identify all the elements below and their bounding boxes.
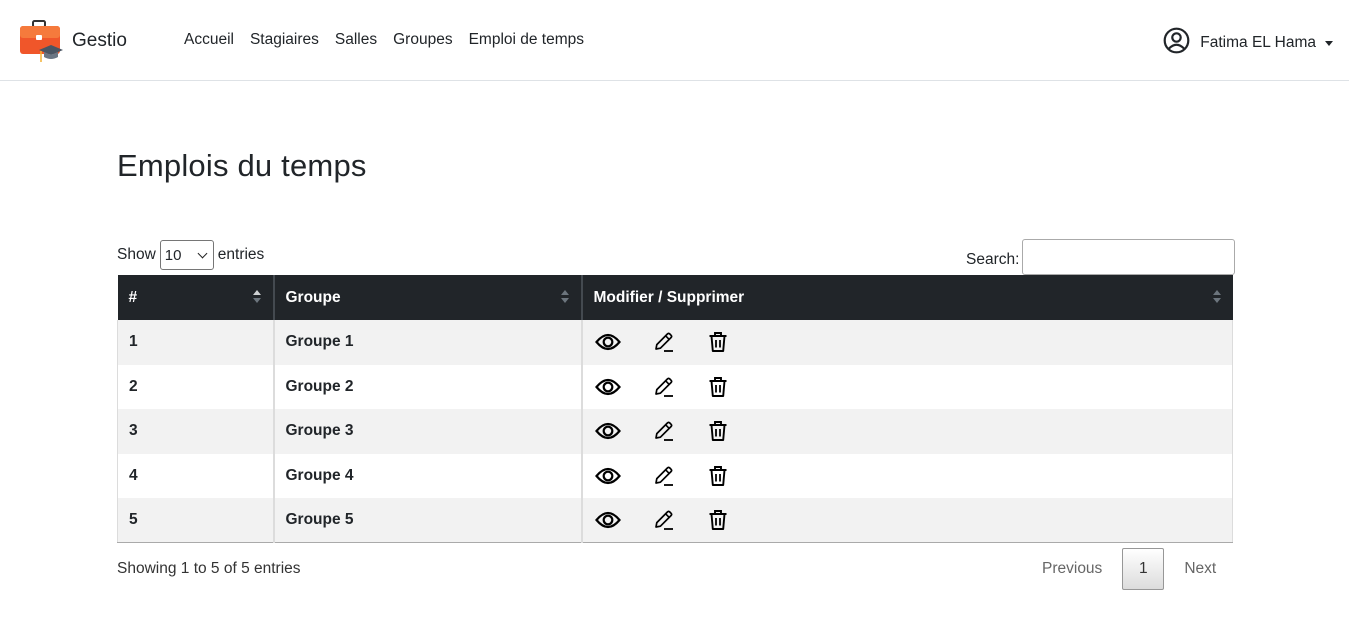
cell-actions xyxy=(581,453,1233,499)
cell-groupe: Groupe 2 xyxy=(273,364,583,410)
cell-number: 1 xyxy=(117,320,275,365)
table-row: 1 Groupe 1 xyxy=(117,320,1233,365)
row-actions xyxy=(594,417,1222,445)
table-row: 2 Groupe 2 xyxy=(117,364,1233,410)
nav-link-groupes[interactable]: Groupes xyxy=(393,31,452,49)
eye-icon[interactable] xyxy=(594,373,622,401)
eye-icon[interactable] xyxy=(594,328,622,356)
trash-icon[interactable] xyxy=(704,328,732,356)
cell-groupe: Groupe 5 xyxy=(273,498,583,544)
nav-link-emploi-de-temps[interactable]: Emploi de temps xyxy=(469,31,584,49)
search-label: Search: xyxy=(966,251,1020,268)
show-label: Show xyxy=(117,246,156,263)
cell-number: 3 xyxy=(117,409,275,454)
pagination-page-current[interactable]: 1 xyxy=(1122,548,1165,590)
brand-link[interactable]: Gestio xyxy=(19,20,127,64)
entries-length-select[interactable]: 10 xyxy=(159,240,214,270)
row-actions xyxy=(594,506,1222,534)
search-control: Search: xyxy=(966,239,1236,275)
cell-number: 2 xyxy=(117,364,275,410)
cell-actions xyxy=(581,364,1233,410)
eye-icon[interactable] xyxy=(594,417,622,445)
column-header-actions[interactable]: Modifier / Supprimer xyxy=(581,275,1233,320)
nav-link-accueil[interactable]: Accueil xyxy=(184,31,234,49)
table-header-row: # Groupe Modifier / Supprimer xyxy=(117,275,1233,320)
pagination: Previous 1 Next xyxy=(1030,548,1228,590)
eye-icon[interactable] xyxy=(594,506,622,534)
entries-length-value: 10 xyxy=(164,246,182,264)
table-info: Showing 1 to 5 of 5 entries xyxy=(117,560,301,577)
pagination-next[interactable]: Next xyxy=(1172,560,1228,578)
chevron-down-icon xyxy=(197,248,208,258)
cell-number: 4 xyxy=(117,453,275,499)
column-header-groupe[interactable]: Groupe xyxy=(273,275,583,320)
column-header-actions-label: Modifier / Supprimer xyxy=(593,288,745,306)
sort-icon xyxy=(252,290,261,306)
cell-actions xyxy=(581,498,1233,544)
sort-icon xyxy=(560,290,569,306)
table-row: 3 Groupe 3 xyxy=(117,409,1233,454)
user-menu-toggle[interactable]: Fatima EL Hama xyxy=(1163,27,1333,59)
schedules-table: # Groupe Modifier / Supprimer 1 Groupe 1 xyxy=(117,275,1233,544)
trash-icon[interactable] xyxy=(704,506,732,534)
caret-down-icon xyxy=(1325,41,1333,46)
pencil-icon[interactable] xyxy=(650,506,678,534)
cell-groupe: Groupe 4 xyxy=(273,453,583,499)
nav-links: Accueil Stagiaires Salles Groupes Emploi… xyxy=(184,31,584,49)
sort-icon xyxy=(1212,290,1221,306)
cell-groupe: Groupe 1 xyxy=(273,320,583,365)
trash-icon[interactable] xyxy=(704,417,732,445)
trash-icon[interactable] xyxy=(704,373,732,401)
nav-link-stagiaires[interactable]: Stagiaires xyxy=(250,31,319,49)
user-circle-icon xyxy=(1163,27,1190,59)
entries-length-control: Show 10 entries xyxy=(117,240,264,270)
table-row: 4 Groupe 4 xyxy=(117,453,1233,499)
pencil-icon[interactable] xyxy=(650,373,678,401)
row-actions xyxy=(594,462,1222,490)
column-header-number[interactable]: # xyxy=(117,275,275,320)
cell-actions xyxy=(581,409,1233,454)
row-actions xyxy=(594,328,1222,356)
entries-label: entries xyxy=(217,246,265,263)
page-title: Emplois du temps xyxy=(117,148,367,183)
pencil-icon[interactable] xyxy=(650,328,678,356)
pencil-icon[interactable] xyxy=(650,417,678,445)
cell-groupe: Groupe 3 xyxy=(273,409,583,454)
cell-actions xyxy=(581,320,1233,365)
search-input[interactable] xyxy=(1022,239,1236,275)
cell-number: 5 xyxy=(117,498,275,544)
navbar: Gestio Accueil Stagiaires Salles Groupes… xyxy=(0,0,1349,81)
row-actions xyxy=(594,373,1222,401)
pagination-previous[interactable]: Previous xyxy=(1030,560,1114,578)
pencil-icon[interactable] xyxy=(650,462,678,490)
user-name: Fatima EL Hama xyxy=(1200,34,1316,51)
trash-icon[interactable] xyxy=(704,462,732,490)
column-header-number-label: # xyxy=(128,288,138,306)
table-row: 5 Groupe 5 xyxy=(117,498,1233,544)
nav-link-salles[interactable]: Salles xyxy=(335,31,377,49)
briefcase-graduation-icon xyxy=(19,20,63,64)
column-header-groupe-label: Groupe xyxy=(285,288,341,306)
eye-icon[interactable] xyxy=(594,462,622,490)
table-body: 1 Groupe 1 2 Groupe 2 3 Groupe 3 4 Group… xyxy=(117,320,1233,544)
brand-name: Gestio xyxy=(72,29,127,51)
